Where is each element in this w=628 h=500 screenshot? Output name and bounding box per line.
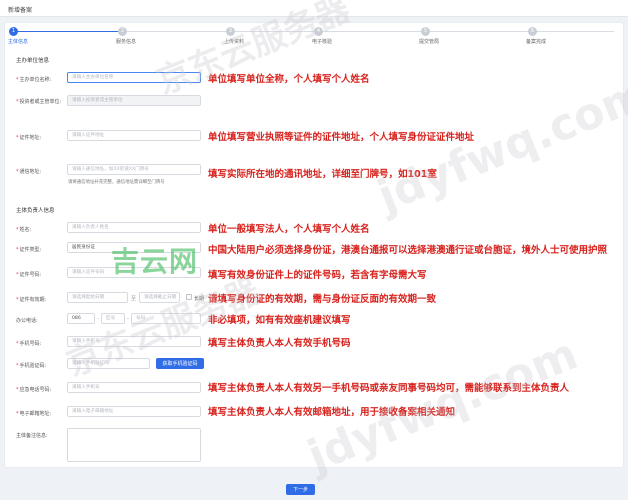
unit-name-input[interactable]: 请输入主办单位名称	[67, 72, 201, 83]
remark-textarea[interactable]	[67, 428, 201, 462]
get-code-button[interactable]: 获取手机验证码	[156, 358, 204, 369]
window-titlebar: 新增备案	[0, 0, 628, 17]
annotation-emergency: 填写主体负责人本人有效另一手机号码或亲友同事号码均可，需能够联系到主体负责人	[208, 383, 570, 394]
unit-name-label: *主办单位名称:	[16, 77, 52, 83]
annotation-id-type: 中国大陆用户必须选择身份证，港澳台通报可以选择港澳通行证或台胞证，境外人士可使用…	[208, 245, 608, 256]
emergency-phone-input[interactable]: 请输入手机号	[67, 382, 201, 393]
emergency-phone-label: *应急电话号码:	[16, 387, 52, 393]
step-6-label: 备案完成	[525, 39, 547, 45]
person-name-label: *姓名:	[16, 227, 32, 233]
office-phone-number-input[interactable]: 号码	[131, 313, 201, 324]
id-number-label: *证件号码:	[16, 272, 42, 278]
step-1-dot: 1	[9, 27, 18, 36]
unit-section-title: 主办单位信息	[16, 58, 50, 64]
verify-code-input[interactable]: 请输入手机验证码	[67, 358, 150, 369]
mail-address-input[interactable]: 请输入通信地址，如XX街道XX门牌号	[67, 164, 201, 175]
id-type-select[interactable]: 居民身份证	[67, 242, 201, 253]
office-phone-label: 办公电话:	[16, 318, 38, 324]
step-4-label: 电子核验	[311, 39, 333, 45]
annotation-validity: 请填写身份证的有效期，需与身份证反面的有效期一致	[208, 294, 437, 305]
step-6-dot: 6	[528, 27, 537, 36]
next-step-button[interactable]: 下一步	[286, 484, 315, 495]
verify-code-label: *手机验证码:	[16, 363, 47, 369]
person-name-input[interactable]: 请输入负责人姓名	[67, 222, 201, 233]
validity-start-input[interactable]: 请选择起始日期	[67, 292, 128, 303]
annotation-mail-address: 填写实际所在地的通讯地址，详细至门牌号，如101室	[208, 169, 437, 180]
step-1-label: 主体信息	[7, 39, 29, 45]
step-5-label: 提交管局	[418, 39, 440, 45]
investor-input[interactable]: 请输入投资者或主管单位	[67, 95, 201, 106]
step-connector	[122, 31, 614, 32]
annotation-email: 填写主体负责人本人有效邮箱地址，用于接收备案相关通知	[208, 407, 456, 418]
email-input[interactable]: 请输入电子邮箱地址	[67, 406, 201, 417]
annotation-office-phone: 非必填项，如有有效座机建议填写	[208, 315, 351, 326]
id-address-label: *证件地址:	[16, 135, 42, 141]
annotation-unit-name: 单位填写单位全称，个人填写个人姓名	[208, 74, 370, 85]
step-3-label: 上传资料	[223, 39, 245, 45]
step-2-dot: 2	[118, 27, 127, 36]
id-number-input[interactable]: 请输入证件号码	[67, 267, 201, 278]
id-address-input[interactable]: 请输入证件地址	[67, 130, 201, 141]
mobile-input[interactable]: 请输入手机号	[67, 336, 201, 347]
long-term-label: 长期	[194, 296, 205, 302]
mobile-label: *手机号码:	[16, 341, 42, 347]
step-4-dot: 4	[314, 27, 323, 36]
validity-end-input[interactable]: 请选择截止日期	[139, 292, 180, 303]
step-2-label: 服务信息	[115, 39, 137, 45]
window-title: 新增备案	[8, 7, 33, 14]
long-term-checkbox[interactable]	[186, 294, 192, 300]
office-phone-dash: -	[127, 316, 129, 322]
mail-address-label: *通信地址:	[16, 169, 42, 175]
validity-label: *证件有效期:	[16, 297, 47, 303]
annotation-person-name: 单位一般填写法人，个人填写个人姓名	[208, 224, 370, 235]
id-type-label: *证件类型:	[16, 247, 42, 253]
email-label: *电子邮箱地址:	[16, 411, 52, 417]
office-phone-zone-input[interactable]: 区号	[101, 313, 125, 324]
person-section-title: 主体负责人信息	[16, 208, 55, 214]
remark-label: 主体备注信息:	[16, 433, 48, 439]
step-progress: 1 主体信息 2 服务信息 3 上传资料 4 电子核验 5 提交管局 6 备案完…	[4, 24, 624, 46]
investor-label: *投资者或主管单位:	[16, 99, 62, 105]
step-5-dot: 5	[421, 27, 430, 36]
validity-separator: 至	[131, 296, 137, 302]
annotation-mobile: 填写主体负责人本人有效手机号码	[208, 338, 351, 349]
office-phone-area-input[interactable]: 086	[67, 313, 95, 324]
annotation-id-address: 单位填写营业执照等证件的证件地址，个人填写身份证证件地址	[208, 132, 475, 143]
annotation-id-number: 填写有效身份证件上的证件号码，若含有字母需大写	[208, 270, 427, 281]
office-phone-dash: -	[97, 316, 99, 322]
step-connector	[14, 31, 122, 32]
mail-address-hint: 请将通信地址补充完整，通信地址需详细至门牌号	[68, 180, 165, 185]
step-3-dot: 3	[226, 27, 235, 36]
